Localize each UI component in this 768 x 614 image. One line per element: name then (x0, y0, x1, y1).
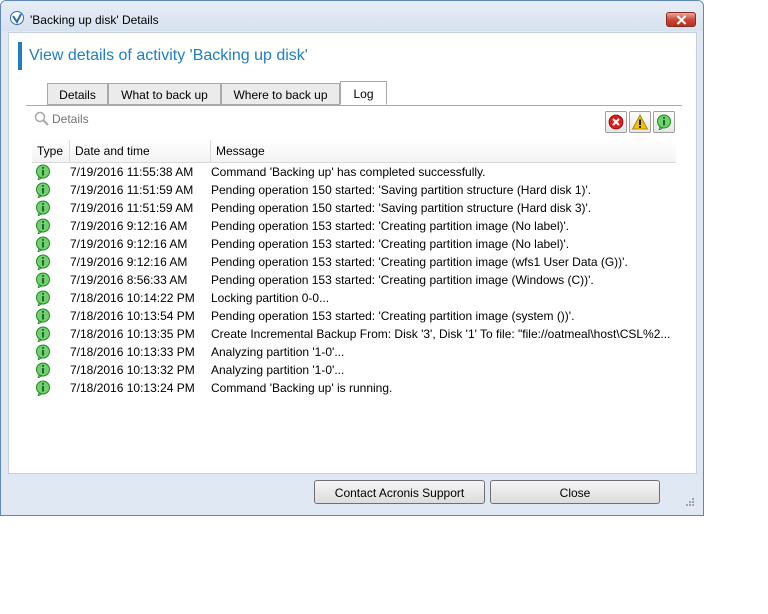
row-message: Create Incremental Backup From: Disk '3'… (211, 327, 671, 341)
table-row[interactable]: 7/19/2016 9:12:16 AM Pending operation 15… (32, 253, 676, 271)
column-header-type[interactable]: Type (32, 140, 70, 162)
row-datetime: 7/18/2016 10:13:54 PM (70, 309, 195, 323)
tab-where-to-back-up[interactable]: Where to back up (221, 83, 340, 105)
info-icon (36, 326, 50, 342)
contact-support-button[interactable]: Contact Acronis Support (314, 480, 485, 504)
row-datetime: 7/18/2016 10:13:24 PM (70, 381, 195, 395)
row-datetime: 7/19/2016 11:51:59 AM (70, 183, 194, 197)
info-icon (36, 380, 50, 396)
title-bar[interactable]: 'Backing up disk' Details (1, 1, 703, 31)
search-icon (34, 111, 49, 126)
table-row[interactable]: 7/19/2016 9:12:16 AM Pending operation 15… (32, 235, 676, 253)
info-icon (36, 236, 50, 252)
row-datetime: 7/18/2016 10:14:22 PM (70, 291, 195, 305)
close-button[interactable]: Close (490, 480, 660, 504)
info-icon (36, 308, 50, 324)
tab-what-to-back-up[interactable]: What to back up (108, 83, 221, 105)
info-icon (657, 114, 671, 130)
log-grid-header: Type Date and time Message (32, 140, 676, 163)
row-datetime: 7/19/2016 9:12:16 AM (70, 255, 188, 269)
page-title: View details of activity 'Backing up dis… (18, 42, 308, 70)
info-filter-button[interactable] (653, 111, 675, 133)
info-icon (36, 164, 50, 180)
row-message: Pending operation 153 started: 'Creating… (211, 309, 575, 323)
row-datetime: 7/19/2016 11:55:38 AM (70, 165, 194, 179)
row-datetime: 7/18/2016 10:13:35 PM (70, 327, 195, 341)
column-header-date-time[interactable]: Date and time (70, 140, 211, 162)
info-icon (36, 254, 50, 270)
row-datetime: 7/18/2016 10:13:33 PM (70, 345, 195, 359)
window-close-button[interactable] (666, 12, 696, 27)
info-icon (36, 272, 50, 288)
table-row[interactable]: 7/18/2016 10:13:35 PM Create Incremental … (32, 325, 676, 343)
row-message: Analyzing partition '1-0'... (211, 345, 345, 359)
table-row[interactable]: 7/18/2016 10:13:32 PM Analyzing partition… (32, 361, 676, 379)
resize-grip[interactable] (683, 495, 695, 507)
row-message: Pending operation 153 started: 'Creating… (211, 255, 628, 269)
row-datetime: 7/19/2016 9:12:16 AM (70, 237, 188, 251)
table-row[interactable]: 7/19/2016 8:56:33 AM Pending operation 15… (32, 271, 676, 289)
row-datetime: 7/19/2016 9:12:16 AM (70, 219, 188, 233)
row-datetime: 7/18/2016 10:13:32 PM (70, 363, 195, 377)
info-icon (36, 200, 50, 216)
info-icon (36, 182, 50, 198)
tab-divider (26, 105, 682, 106)
error-filter-button[interactable] (605, 111, 627, 133)
log-filter-group (605, 111, 677, 135)
row-message: Analyzing partition '1-0'... (211, 363, 345, 377)
info-icon (36, 290, 50, 306)
row-message: Pending operation 150 started: 'Saving p… (211, 183, 592, 197)
window-title: 'Backing up disk' Details (30, 13, 159, 27)
tab-log[interactable]: Log (340, 81, 387, 105)
tab-details[interactable]: Details (47, 83, 108, 105)
info-icon (36, 344, 50, 360)
row-message: Command 'Backing up' has completed succe… (211, 165, 486, 179)
acronis-app-icon (10, 11, 24, 25)
table-row[interactable]: 7/18/2016 10:14:22 PM Locking partition 0… (32, 289, 676, 307)
row-message: Pending operation 153 started: 'Creating… (211, 237, 570, 251)
warning-filter-button[interactable] (629, 111, 651, 133)
table-row[interactable]: 7/19/2016 11:51:59 AM Pending operation 1… (32, 181, 676, 199)
details-window: 'Backing up disk' Details View details o… (0, 0, 704, 516)
table-row[interactable]: 7/19/2016 9:12:16 AM Pending operation 15… (32, 217, 676, 235)
table-row[interactable]: 7/18/2016 10:13:24 PM Command 'Backing up… (32, 379, 676, 397)
warning-icon (632, 114, 648, 130)
dialog-body: View details of activity 'Backing up dis… (8, 32, 697, 474)
row-message: Pending operation 153 started: 'Creating… (211, 273, 594, 287)
row-message: Command 'Backing up' is running. (211, 381, 393, 395)
table-row[interactable]: 7/19/2016 11:55:38 AM Command 'Backing up… (32, 163, 676, 181)
row-message: Locking partition 0-0... (211, 291, 330, 305)
info-icon (36, 218, 50, 234)
close-icon (676, 15, 687, 25)
row-datetime: 7/19/2016 8:56:33 AM (70, 273, 188, 287)
table-row[interactable]: 7/18/2016 10:13:33 PM Analyzing partition… (32, 343, 676, 361)
log-grid-rows: 7/19/2016 11:55:38 AM Command 'Backing up… (32, 163, 676, 397)
info-icon (36, 362, 50, 378)
table-row[interactable]: 7/19/2016 11:51:59 AM Pending operation 1… (32, 199, 676, 217)
row-message: Pending operation 153 started: 'Creating… (211, 219, 570, 233)
table-row[interactable]: 7/18/2016 10:13:54 PM Pending operation 1… (32, 307, 676, 325)
row-datetime: 7/19/2016 11:51:59 AM (70, 201, 194, 215)
search-input[interactable] (52, 111, 252, 127)
column-header-message[interactable]: Message (211, 140, 676, 162)
row-message: Pending operation 150 started: 'Saving p… (211, 201, 592, 215)
error-icon (608, 114, 624, 130)
